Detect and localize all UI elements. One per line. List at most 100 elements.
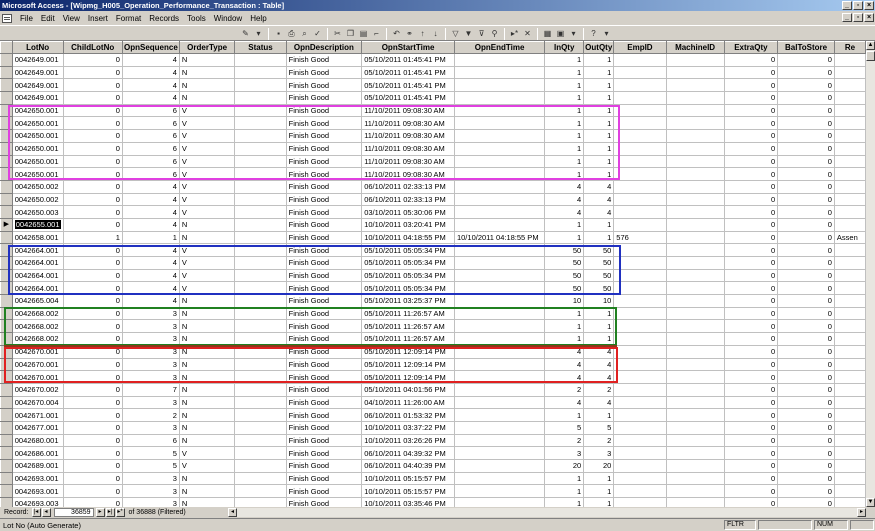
cell-ordertype[interactable]: N bbox=[178, 217, 236, 232]
column-header-baltostore[interactable]: BalToStore bbox=[777, 41, 835, 54]
cell-extraqty[interactable]: 0 bbox=[723, 382, 779, 397]
row-selector[interactable] bbox=[0, 65, 13, 80]
cell-ordertype[interactable]: V bbox=[178, 268, 236, 283]
cell-machineid[interactable] bbox=[665, 103, 725, 118]
save-icon[interactable]: ▪ bbox=[273, 28, 284, 39]
cell-empid[interactable] bbox=[613, 192, 667, 207]
cell-opnendtime[interactable] bbox=[453, 179, 546, 194]
table-row[interactable]: 0042650.002 0 4 V Finish Good 06/10/2011 02:3… bbox=[0, 192, 866, 207]
cell-extraqty[interactable]: 0 bbox=[723, 471, 779, 486]
cell-opnendtime[interactable] bbox=[453, 129, 546, 143]
cell-inqty[interactable]: 4 bbox=[544, 179, 585, 194]
cell-opnendtime[interactable] bbox=[453, 217, 546, 232]
cell-childlotno[interactable]: 1 bbox=[62, 230, 123, 245]
cell-empid[interactable] bbox=[613, 53, 667, 67]
cell-lotno[interactable]: 0042650.003 bbox=[11, 205, 64, 219]
cell-opnstarttime[interactable]: 10/10/2011 04:18:55 PM bbox=[361, 230, 455, 245]
cell-machineid[interactable] bbox=[665, 281, 725, 296]
view-icon[interactable]: ✎ bbox=[240, 28, 251, 39]
cell-opnsequence[interactable]: 6 bbox=[121, 167, 180, 181]
cell-baltostore[interactable]: 0 bbox=[777, 167, 835, 181]
cell-baltostore[interactable]: 0 bbox=[777, 256, 835, 270]
cell-outqty[interactable]: 4 bbox=[583, 357, 615, 372]
cell-status[interactable] bbox=[234, 256, 287, 270]
cell-opnendtime[interactable] bbox=[453, 53, 546, 67]
cell-opnstarttime[interactable]: 11/10/2011 09:08:30 AM bbox=[361, 167, 455, 181]
cell-re[interactable] bbox=[833, 471, 866, 486]
cell-machineid[interactable] bbox=[665, 319, 725, 334]
cell-lotno[interactable]: 0042650.001 bbox=[11, 141, 64, 156]
cell-lotno[interactable]: 0042650.002 bbox=[11, 192, 64, 207]
cell-inqty[interactable]: 1 bbox=[544, 230, 585, 245]
cell-baltostore[interactable]: 0 bbox=[777, 205, 835, 219]
column-header-outqty[interactable]: OutQty bbox=[583, 41, 615, 54]
table-row[interactable]: 0042649.001 0 4 N Finish Good 05/10/2011 01:4… bbox=[0, 91, 866, 105]
cell-baltostore[interactable]: 0 bbox=[777, 243, 835, 257]
cell-status[interactable] bbox=[234, 471, 287, 486]
cell-baltostore[interactable]: 0 bbox=[777, 65, 835, 80]
cell-opnendtime[interactable] bbox=[453, 306, 546, 321]
table-row[interactable]: 0042650.001 0 6 V Finish Good 11/10/2011 09:0… bbox=[0, 154, 866, 169]
cell-opnendtime[interactable] bbox=[453, 484, 546, 499]
cell-opnsequence[interactable]: 4 bbox=[121, 179, 180, 194]
cell-opndescription[interactable]: Finish Good bbox=[285, 65, 363, 80]
table-row[interactable]: 0042668.002 0 3 N Finish Good 05/10/2011 11:2… bbox=[0, 332, 866, 346]
cell-status[interactable] bbox=[234, 484, 287, 499]
cell-opnsequence[interactable]: 5 bbox=[121, 446, 180, 460]
row-selector[interactable] bbox=[0, 484, 13, 499]
cell-machineid[interactable] bbox=[665, 395, 725, 410]
cell-re[interactable] bbox=[833, 167, 866, 181]
cell-baltostore[interactable]: 0 bbox=[777, 357, 835, 372]
table-row[interactable]: 0042671.001 0 2 N Finish Good 06/10/2011 01:5… bbox=[0, 408, 866, 422]
cell-outqty[interactable]: 20 bbox=[583, 459, 615, 473]
cell-baltostore[interactable]: 0 bbox=[777, 192, 835, 207]
menu-records[interactable]: Records bbox=[145, 14, 183, 23]
cell-lotno[interactable]: 0042668.002 bbox=[11, 306, 64, 321]
cell-opnstarttime[interactable]: 06/10/2011 04:39:32 PM bbox=[361, 446, 455, 460]
cell-opndescription[interactable]: Finish Good bbox=[285, 433, 363, 448]
cell-empid[interactable] bbox=[613, 256, 667, 270]
cell-re[interactable] bbox=[833, 268, 866, 283]
cell-extraqty[interactable]: 0 bbox=[723, 357, 779, 372]
cell-inqty[interactable]: 1 bbox=[544, 154, 585, 169]
table-row[interactable]: 0042670.001 0 3 N Finish Good 05/10/2011 12:0… bbox=[0, 370, 866, 384]
database-window-icon[interactable]: ▦ bbox=[542, 28, 553, 39]
cell-ordertype[interactable]: V bbox=[178, 205, 236, 219]
cell-opnstarttime[interactable]: 11/10/2011 09:08:30 AM bbox=[361, 141, 455, 156]
cell-opndescription[interactable]: Finish Good bbox=[285, 344, 363, 359]
table-row[interactable]: 0042664.001 0 4 V Finish Good 05/10/2011 05:0… bbox=[0, 256, 866, 270]
row-selector[interactable] bbox=[0, 357, 13, 372]
column-header-opndescription[interactable]: OpnDescription bbox=[285, 41, 363, 54]
cell-opnsequence[interactable]: 2 bbox=[121, 408, 180, 422]
cell-outqty[interactable]: 1 bbox=[583, 91, 615, 105]
cell-baltostore[interactable]: 0 bbox=[777, 116, 835, 131]
cell-childlotno[interactable]: 0 bbox=[62, 243, 123, 257]
cell-childlotno[interactable]: 0 bbox=[62, 192, 123, 207]
cell-extraqty[interactable]: 0 bbox=[723, 154, 779, 169]
cell-opndescription[interactable]: Finish Good bbox=[285, 256, 363, 270]
cell-re[interactable] bbox=[833, 433, 866, 448]
cell-opnendtime[interactable] bbox=[453, 268, 546, 283]
cell-inqty[interactable]: 1 bbox=[544, 78, 585, 93]
cell-re[interactable] bbox=[833, 484, 866, 499]
cell-inqty[interactable]: 1 bbox=[544, 484, 585, 499]
cell-re[interactable] bbox=[833, 129, 866, 143]
cell-opnendtime[interactable] bbox=[453, 332, 546, 346]
cell-outqty[interactable]: 1 bbox=[583, 217, 615, 232]
cell-opnsequence[interactable]: 6 bbox=[121, 433, 180, 448]
row-selector[interactable] bbox=[0, 268, 13, 283]
cell-empid[interactable] bbox=[613, 91, 667, 105]
cell-opndescription[interactable]: Finish Good bbox=[285, 332, 363, 346]
cell-extraqty[interactable]: 0 bbox=[723, 420, 779, 435]
row-selector[interactable] bbox=[0, 243, 13, 257]
cell-ordertype[interactable]: N bbox=[178, 382, 236, 397]
cell-opnstarttime[interactable]: 05/10/2011 11:26:57 AM bbox=[361, 332, 455, 346]
cell-opnendtime[interactable] bbox=[453, 116, 546, 131]
previous-record-button[interactable]: ◂ bbox=[41, 507, 51, 517]
cell-baltostore[interactable]: 0 bbox=[777, 217, 835, 232]
cell-opndescription[interactable]: Finish Good bbox=[285, 484, 363, 499]
cell-opndescription[interactable]: Finish Good bbox=[285, 141, 363, 156]
cell-empid[interactable] bbox=[613, 179, 667, 194]
cell-opnendtime[interactable] bbox=[453, 357, 546, 372]
cell-childlotno[interactable]: 0 bbox=[62, 319, 123, 334]
